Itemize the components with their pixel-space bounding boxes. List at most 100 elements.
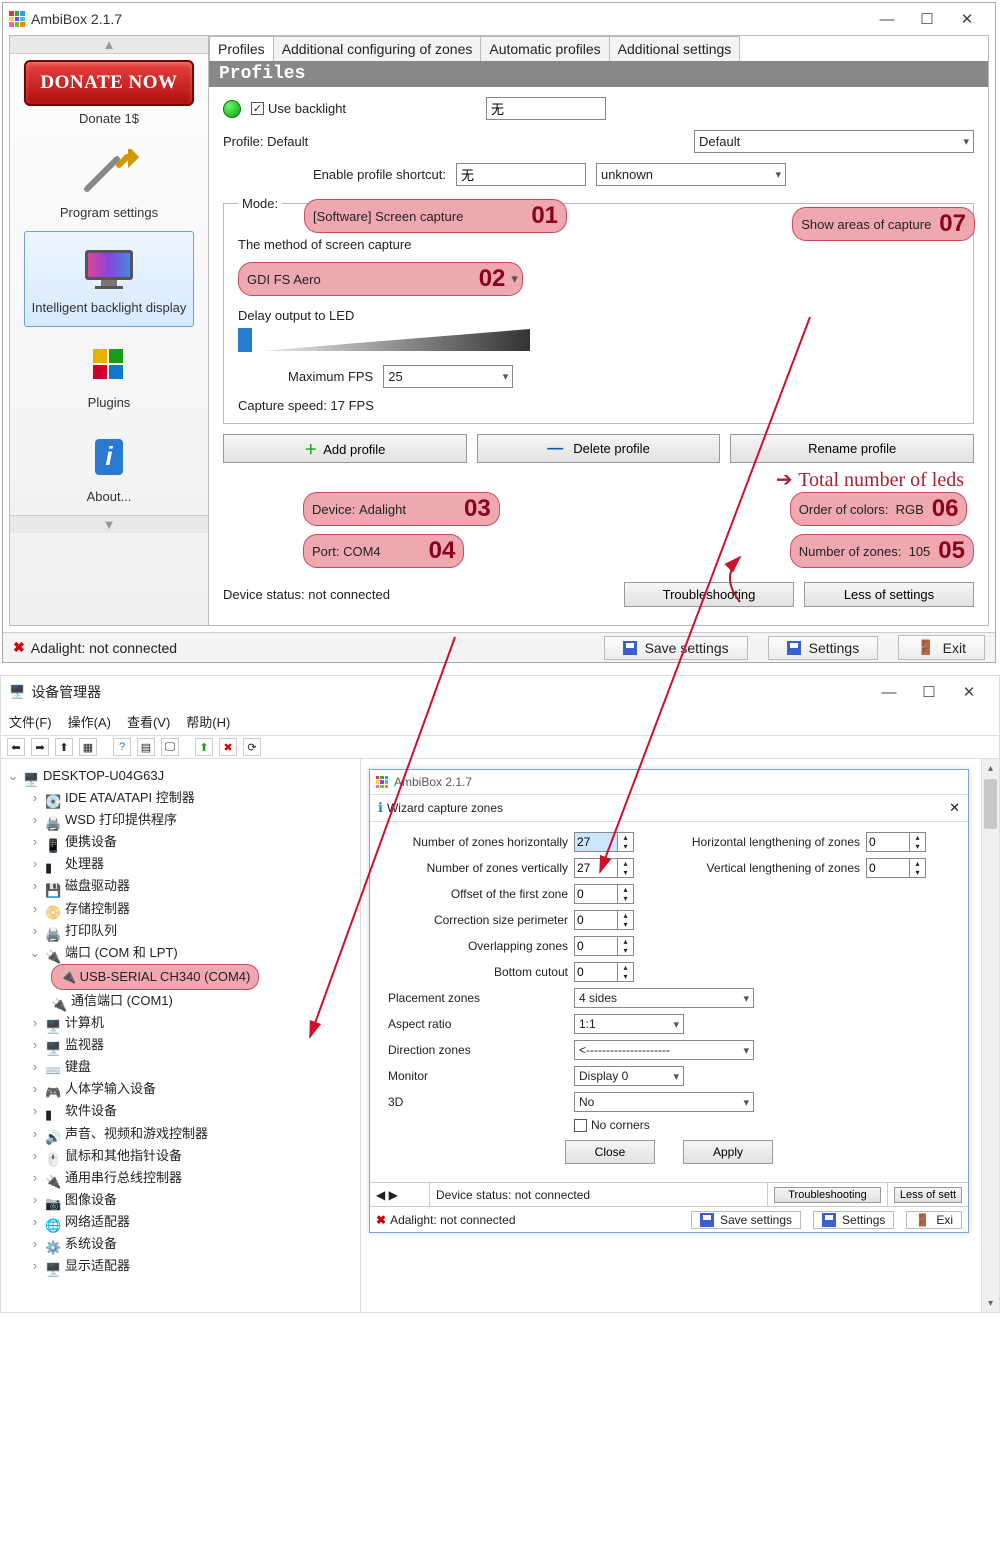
wizard-settings-button[interactable]: Settings	[813, 1211, 894, 1229]
placement-select[interactable]: 4 sides	[574, 988, 754, 1008]
port-field[interactable]: Port: COM4 04	[303, 534, 464, 568]
3d-select[interactable]: No	[574, 1092, 754, 1112]
sidebar-scroll-down[interactable]: ▼	[10, 515, 208, 533]
device-field[interactable]: Device: Adalight 03	[303, 492, 500, 526]
overlap-input[interactable]: ▴▾	[574, 936, 664, 956]
h-zones-input[interactable]: ▴▾	[574, 832, 664, 852]
delay-slider[interactable]	[238, 327, 959, 353]
tab-additional-zones[interactable]: Additional configuring of zones	[273, 36, 482, 61]
dm-toolbar: ⬅ ➡ ⬆ ▦ ? ▤ 🖵 ⬆ ✖ ⟳	[1, 735, 999, 759]
device-tree[interactable]: ⌄🖥️DESKTOP-U04G63J ›💽IDE ATA/ATAPI 控制器 ›…	[1, 759, 361, 1312]
refresh-icon[interactable]: 🖵	[161, 738, 179, 756]
wizard-status-text: Device status: not connected	[430, 1183, 768, 1206]
profile-select[interactable]: Default	[694, 130, 974, 153]
method-select[interactable]: GDI FS Aero 02 ▾	[238, 262, 523, 296]
direction-select[interactable]: <---------------------	[574, 1040, 754, 1060]
monitor-select[interactable]: Display 0	[574, 1066, 684, 1086]
puzzle-icon	[77, 339, 141, 387]
number-zones-field[interactable]: Number of zones: 105 05	[790, 534, 974, 568]
device-manager-title: 设备管理器	[31, 682, 881, 702]
show-areas-button[interactable]: Show areas of capture 07	[792, 207, 975, 241]
disable-icon[interactable]: ✖	[219, 738, 237, 756]
maximize-button[interactable]: ☐	[919, 11, 935, 27]
delay-gradient-icon	[260, 327, 530, 353]
no-corners-checkbox[interactable]: No corners	[574, 1118, 774, 1132]
scan-icon[interactable]: ⟳	[243, 738, 261, 756]
floppy-icon	[787, 641, 801, 655]
scrollbar[interactable]: ▴▾	[981, 759, 999, 1312]
menu-view[interactable]: 查看(V)	[127, 712, 170, 731]
menu-help[interactable]: 帮助(H)	[186, 712, 230, 731]
order-colors-field[interactable]: Order of colors: RGB 06	[790, 492, 968, 526]
add-profile-button[interactable]: ＋Add profile	[223, 434, 467, 463]
annotation-02: 02	[479, 265, 506, 293]
less-settings-button[interactable]: Less of settings	[804, 582, 974, 607]
wizard-close-button[interactable]: Close	[565, 1140, 655, 1164]
wizard-less-button[interactable]: Less of sett	[894, 1187, 962, 1203]
forward-icon[interactable]: ➡	[31, 738, 49, 756]
settings-button[interactable]: Settings	[768, 636, 879, 660]
max-fps-select[interactable]: 25	[383, 365, 513, 388]
wizard-troubleshooting-button[interactable]: Troubleshooting	[774, 1187, 881, 1203]
hlen-input[interactable]: ▴▾	[866, 832, 926, 852]
device-manager-icon: 🖥️	[9, 684, 25, 700]
offset-input[interactable]: ▴▾	[574, 884, 664, 904]
back-icon[interactable]: ⬅	[7, 738, 25, 756]
minimize-button[interactable]: —	[879, 11, 895, 27]
sidebar-item-intelligent-backlight[interactable]: Intelligent backlight display	[24, 231, 194, 327]
v-zones-input[interactable]: ▴▾	[574, 858, 664, 878]
wizard-save-button[interactable]: Save settings	[691, 1211, 801, 1229]
sidebar-item-about[interactable]: i About...	[24, 421, 194, 515]
com4-device-highlight[interactable]: 🔌 USB-SERIAL CH340 (COM4)	[51, 964, 259, 990]
wizard-apply-button[interactable]: Apply	[683, 1140, 773, 1164]
sidebar-donate[interactable]: DONATE NOW Donate 1$	[24, 54, 194, 137]
help-icon[interactable]: ?	[113, 738, 131, 756]
tab-additional-settings[interactable]: Additional settings	[609, 36, 741, 61]
enable-icon[interactable]: ⬆	[195, 738, 213, 756]
ambibox-app-icon	[376, 776, 388, 788]
bottom-cutout-input[interactable]: ▴▾	[574, 962, 664, 982]
monitor-icon	[77, 244, 141, 292]
dm-minimize-button[interactable]: —	[881, 684, 897, 700]
up-icon[interactable]: ⬆	[55, 738, 73, 756]
delete-profile-button[interactable]: —Delete profile	[477, 434, 721, 463]
grid-icon[interactable]: ▦	[79, 738, 97, 756]
mode-value-highlight[interactable]: [Software] Screen capture 01	[304, 199, 567, 233]
save-settings-button[interactable]: Save settings	[604, 636, 748, 660]
wizard-close-icon[interactable]: ✕	[949, 800, 960, 816]
properties-icon[interactable]: ▤	[137, 738, 155, 756]
donate-button[interactable]: DONATE NOW	[24, 60, 193, 106]
sidebar-item-plugins[interactable]: Plugins	[24, 327, 194, 421]
close-button[interactable]: ✕	[959, 11, 975, 27]
aspect-select[interactable]: 1:1	[574, 1014, 684, 1034]
tab-profiles[interactable]: Profiles	[209, 36, 274, 61]
troubleshooting-button[interactable]: Troubleshooting	[624, 582, 794, 607]
profile-label: Profile: Default	[223, 134, 308, 149]
backlight-value-input[interactable]	[486, 97, 606, 120]
dm-close-button[interactable]: ✕	[961, 684, 977, 700]
shortcut-key-select[interactable]: unknown	[596, 163, 786, 186]
shortcut-input[interactable]	[456, 163, 586, 186]
annotation-total-leds: Total number of leds	[798, 469, 964, 491]
sidebar-scroll-up[interactable]: ▲	[10, 36, 208, 54]
wizard-exit-button[interactable]: 🚪Exi	[906, 1211, 962, 1229]
tab-automatic-profiles[interactable]: Automatic profiles	[480, 36, 609, 61]
rename-profile-button[interactable]: Rename profile	[730, 434, 974, 463]
info-icon: i	[77, 433, 141, 481]
use-backlight-checkbox[interactable]: ✓Use backlight	[251, 101, 346, 116]
wizard-info-icon: ℹ	[378, 800, 383, 816]
floppy-icon	[700, 1213, 714, 1227]
menu-file[interactable]: 文件(F)	[9, 712, 52, 731]
ambibox-titlebar: AmbiBox 2.1.7 — ☐ ✕	[3, 3, 995, 35]
collapse-icon[interactable]: ◀ ▶	[376, 1188, 398, 1202]
correction-input[interactable]: ▴▾	[574, 910, 664, 930]
annotation-04: 04	[429, 537, 456, 565]
sidebar-item-program-settings[interactable]: Program settings	[24, 137, 194, 231]
vlen-input[interactable]: ▴▾	[866, 858, 926, 878]
exit-button[interactable]: 🚪Exit	[898, 635, 985, 660]
menu-action[interactable]: 操作(A)	[68, 712, 111, 731]
device-manager-window: 🖥️ 设备管理器 — ☐ ✕ 文件(F) 操作(A) 查看(V) 帮助(H) ⬅…	[0, 675, 1000, 1313]
dm-maximize-button[interactable]: ☐	[921, 684, 937, 700]
floppy-icon	[822, 1213, 836, 1227]
donate-sublabel: Donate 1$	[24, 112, 194, 127]
